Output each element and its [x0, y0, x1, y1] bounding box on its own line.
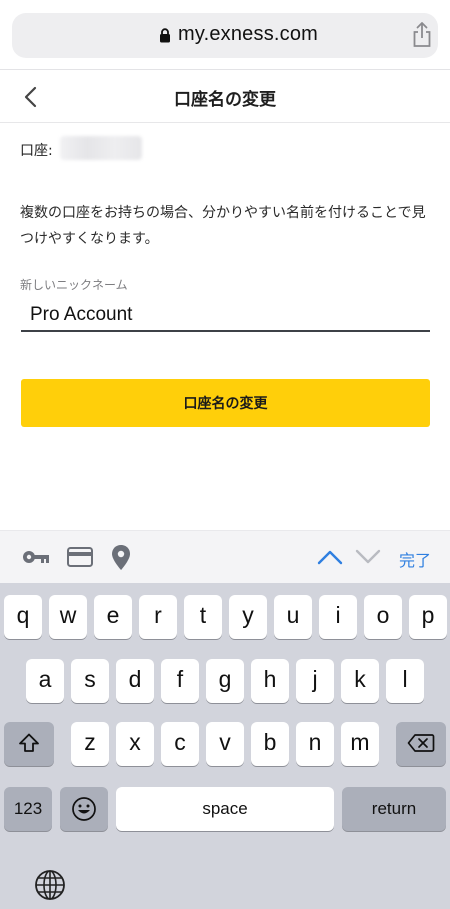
key-r[interactable]: r — [139, 595, 177, 639]
key-n[interactable]: n — [296, 722, 334, 766]
key-icon[interactable] — [22, 548, 50, 566]
done-button[interactable]: 完了 — [399, 547, 431, 571]
change-account-name-button[interactable]: 口座名の変更 — [21, 379, 430, 427]
chevron-up-icon[interactable] — [317, 549, 343, 565]
key-z[interactable]: z — [71, 722, 109, 766]
keyboard: q w e r t y u i o p a s d f g h j k l z … — [0, 583, 450, 909]
account-value-blurred — [60, 136, 142, 160]
key-q[interactable]: q — [4, 595, 42, 639]
key-u[interactable]: u — [274, 595, 312, 639]
address-bar[interactable]: my.exness.com — [12, 13, 438, 58]
chevron-down-icon[interactable] — [355, 549, 381, 565]
key-y[interactable]: y — [229, 595, 267, 639]
key-o[interactable]: o — [364, 595, 402, 639]
credit-card-icon[interactable] — [67, 547, 93, 567]
key-v[interactable]: v — [206, 722, 244, 766]
key-h[interactable]: h — [251, 659, 289, 703]
lock-icon — [160, 28, 170, 43]
emoji-icon — [72, 797, 96, 821]
url-text: my.exness.com — [178, 23, 319, 45]
space-key[interactable]: space — [116, 787, 334, 831]
key-l[interactable]: l — [386, 659, 424, 703]
shift-icon — [19, 733, 39, 752]
key-x[interactable]: x — [116, 722, 154, 766]
return-key[interactable]: return — [342, 787, 446, 831]
browser-address-bar-area: my.exness.com — [0, 0, 450, 70]
numbers-key[interactable]: 123 — [4, 787, 52, 831]
key-k[interactable]: k — [341, 659, 379, 703]
share-icon[interactable] — [410, 21, 434, 49]
key-m[interactable]: m — [341, 722, 379, 766]
key-p[interactable]: p — [409, 595, 447, 639]
key-j[interactable]: j — [296, 659, 334, 703]
backspace-icon — [407, 734, 435, 752]
emoji-key[interactable] — [60, 787, 108, 831]
key-s[interactable]: s — [71, 659, 109, 703]
key-d[interactable]: d — [116, 659, 154, 703]
key-f[interactable]: f — [161, 659, 199, 703]
description-text: 複数の口座をお持ちの場合、分かりやすい名前を付けることで見つけやすくなります。 — [20, 205, 426, 247]
keyboard-accessory-bar: 完了 — [0, 530, 450, 583]
key-g[interactable]: g — [206, 659, 244, 703]
page-header: 口座名の変更 — [0, 71, 450, 123]
key-c[interactable]: c — [161, 722, 199, 766]
globe-icon[interactable] — [34, 869, 66, 901]
key-b[interactable]: b — [251, 722, 289, 766]
key-i[interactable]: i — [319, 595, 357, 639]
page-title: 口座名の変更 — [174, 90, 276, 110]
nickname-input[interactable] — [21, 300, 430, 332]
key-e[interactable]: e — [94, 595, 132, 639]
location-pin-icon[interactable] — [111, 544, 131, 571]
shift-key[interactable] — [4, 722, 54, 766]
key-w[interactable]: w — [49, 595, 87, 639]
delete-key[interactable] — [396, 722, 446, 766]
nickname-field-label: 新しいニックネーム — [20, 278, 128, 292]
key-a[interactable]: a — [26, 659, 64, 703]
key-t[interactable]: t — [184, 595, 222, 639]
account-label: 口座: — [20, 143, 53, 159]
